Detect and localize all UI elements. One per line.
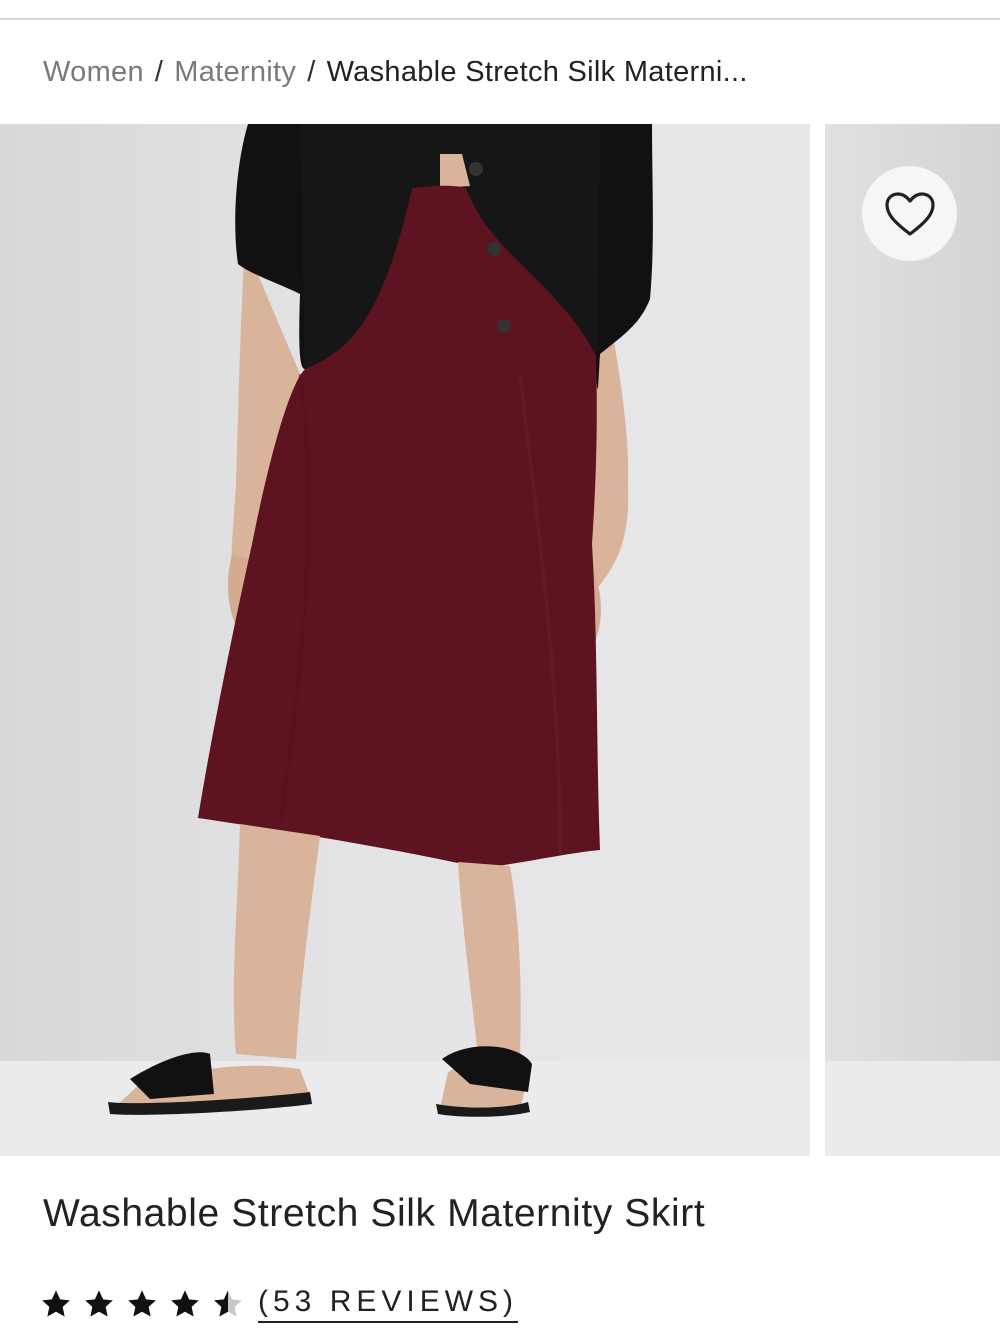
floor-backdrop [825, 1061, 1000, 1156]
star-half-icon [212, 1288, 244, 1320]
breadcrumb-link-women[interactable]: Women [43, 56, 144, 89]
breadcrumb: Women / Maternity / Washable Stretch Sil… [43, 52, 943, 92]
star-full-icon [126, 1288, 158, 1320]
star-full-icon [83, 1288, 115, 1320]
product-title: Washable Stretch Silk Maternity Skirt [43, 1192, 706, 1235]
product-image-main[interactable] [0, 124, 810, 1156]
top-divider [0, 0, 1000, 20]
heart-outline-icon [884, 191, 935, 236]
product-rating[interactable]: (53 REVIEWS) [40, 1282, 519, 1326]
breadcrumb-separator: / [307, 55, 316, 88]
product-image-next[interactable] [825, 124, 1000, 1156]
product-image-carousel[interactable] [0, 124, 1000, 1156]
model-illustration [108, 124, 653, 1117]
breadcrumb-current: Washable Stretch Silk Materni... [326, 55, 748, 88]
star-full-icon [40, 1288, 72, 1320]
favorite-button[interactable] [862, 166, 957, 261]
breadcrumb-link-maternity[interactable]: Maternity [174, 56, 296, 89]
star-full-icon [169, 1288, 201, 1320]
rating-stars [40, 1288, 244, 1320]
breadcrumb-separator: / [154, 55, 164, 88]
reviews-link[interactable]: (53 REVIEWS) [258, 1285, 519, 1323]
